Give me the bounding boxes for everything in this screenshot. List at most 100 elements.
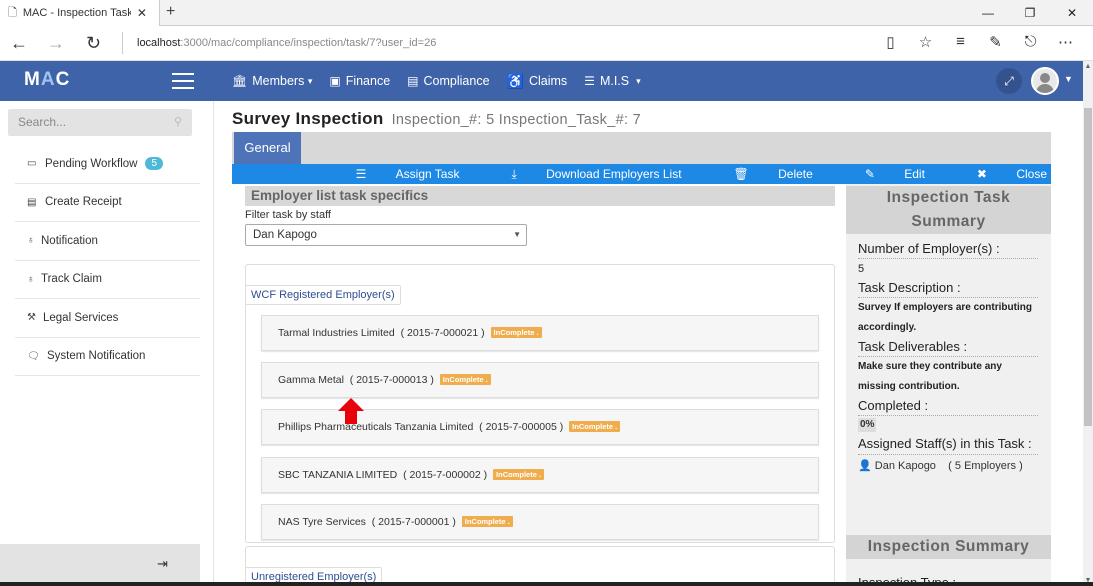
bell-icon: ♁ (27, 235, 35, 247)
status-badge: InComplete . (439, 374, 491, 386)
task-summary-heading: Inspection Task Summary (846, 186, 1051, 234)
window-controls: — ❐ ✕ (967, 0, 1093, 26)
employer-row[interactable]: Tarmal Industries Limited ( 2015-7-00002… (261, 315, 819, 351)
sidebar-item-system-notification[interactable]: 🗨 System Notification (15, 338, 200, 376)
chevron-down-icon: ▼ (513, 230, 521, 239)
browser-toolbar: ▯ ☆ ≡ ✎ ⎋ ⋯ (873, 33, 1083, 51)
new-tab-button[interactable]: + (166, 3, 175, 21)
os-taskbar (0, 582, 1093, 586)
completed-label: Completed : (858, 397, 1038, 416)
avatar[interactable] (1031, 67, 1059, 95)
assign-task-button[interactable]: ☰ Assign Task (330, 164, 460, 184)
main-content: Survey Inspection Inspection_#: 5 Inspec… (232, 101, 1051, 586)
app-logo[interactable]: MAC (24, 69, 70, 91)
hub-icon[interactable]: ≡ (943, 33, 978, 51)
reading-view-icon[interactable]: ▯ (873, 33, 908, 51)
task-description-value: Survey If employers are contributing acc… (858, 302, 1032, 333)
sidebar-item-legal-services[interactable]: ⚒ Legal Services (15, 299, 200, 338)
employer-row[interactable]: SBC TANZANIA LIMITED ( 2015-7-000002 ) I… (261, 456, 819, 493)
list-icon: ☰ (584, 74, 595, 88)
num-employers-value: 5 (858, 263, 865, 275)
more-icon[interactable]: ⋯ (1048, 33, 1083, 51)
section-heading: Employer list task specifics (245, 186, 835, 206)
page-icon: 🗋 (8, 6, 17, 19)
scroll-up-icon[interactable]: ▲ (1083, 63, 1093, 70)
status-badge: InComplete . (490, 327, 542, 338)
sidebar-menu: ▭ Pending Workflow 5 ▤ Create Receipt ♁ Noti… (15, 145, 200, 376)
top-navbar: MAC 🏛 Members ▾ ▣ Finance ▤ Compliance ♿ Cla… (0, 61, 1083, 101)
page-subtitle: Inspection_#: 5 Inspection_Task_#: 7 (391, 112, 641, 128)
address-bar-row: ← → ↻ localhost:3000/mac/compliance/insp… (0, 26, 1093, 61)
task-description-label: Task Description : (858, 279, 1038, 298)
status-badge: InComplete . (569, 421, 621, 433)
list-alt-icon: ▤ (27, 196, 37, 208)
tab-title: MAC - Inspection Task D (22, 7, 131, 19)
filter-label: Filter task by staff (245, 209, 331, 221)
edit-icon: ✎ (864, 167, 875, 181)
sidebar-item-pending-workflow[interactable]: ▭ Pending Workflow 5 (15, 145, 200, 184)
menu-claims[interactable]: ♿ Claims (507, 73, 568, 90)
employer-list: Tarmal Industries Limited ( 2015-7-00002… (261, 315, 819, 551)
num-employers-label: Number of Employer(s) : (858, 240, 1038, 259)
main-menu: 🏛 Members ▾ ▣ Finance ▤ Compliance ♿ Claims … (232, 61, 658, 101)
inspection-summary-heading: Inspection Summary (846, 535, 1051, 559)
completed-percent: 0% (858, 418, 877, 432)
menu-mis[interactable]: ☰ M.I.S ▾ (584, 74, 640, 88)
menu-finance[interactable]: ▣ Finance (329, 74, 390, 88)
fullscreen-icon[interactable]: ⤢ (996, 68, 1022, 94)
search-icon[interactable]: ⚲ (174, 109, 182, 136)
download-icon: ⤓ (511, 167, 517, 181)
assigned-staff-label: Assigned Staff(s) in this Task : (858, 434, 1038, 455)
url-field[interactable]: localhost:3000/mac/compliance/inspection… (122, 32, 872, 54)
share-icon[interactable]: ⎋ (1013, 33, 1048, 51)
refresh-icon[interactable]: ↻ (86, 33, 101, 54)
task-specifics-column: Employer list task specifics Filter task… (232, 184, 837, 586)
menu-members[interactable]: 🏛 Members ▾ (232, 74, 312, 88)
task-deliverables-value: Make sure they contribute any missing co… (858, 361, 1002, 392)
task-summary-column: Inspection Task Summary Number of Employe… (846, 184, 1051, 586)
back-arrow-icon[interactable]: ← (10, 33, 28, 54)
browser-tab-bar: 🗋 MAC - Inspection Task D ✕ + — ❐ ✕ (0, 0, 1093, 26)
maximize-button[interactable]: ❐ (1009, 0, 1051, 26)
close-tab-icon[interactable]: ✕ (137, 6, 147, 20)
web-note-icon[interactable]: ✎ (978, 33, 1013, 51)
registered-employers-legend: WCF Registered Employer(s) (245, 285, 401, 305)
download-employers-button[interactable]: ⤓ Download Employers List (485, 164, 681, 184)
scroll-thumb[interactable] (1084, 108, 1092, 426)
close-window-button[interactable]: ✕ (1051, 0, 1093, 26)
bank-icon: 🏛 (232, 74, 248, 88)
delete-button[interactable]: 🗑 Delete (708, 164, 813, 184)
minimize-button[interactable]: — (967, 0, 1009, 26)
hamburger-menu-icon[interactable] (172, 73, 194, 94)
page-scrollbar[interactable]: ▲ ▼ (1083, 61, 1093, 586)
count-badge: 5 (145, 157, 164, 171)
forward-arrow-icon[interactable]: → (47, 33, 65, 54)
list-icon: ☰ (355, 167, 367, 181)
red-pointer-arrow-icon (338, 398, 364, 424)
comments-icon: 🗨 (27, 350, 40, 362)
staff-filter-select[interactable]: Dan Kapogo ▼ (245, 224, 527, 246)
logout-icon[interactable]: ⇥ (157, 556, 168, 572)
task-deliverables-label: Task Deliverables : (858, 338, 1038, 357)
employer-row[interactable]: NAS Tyre Services ( 2015-7-000001 ) InCo… (261, 503, 819, 540)
search-input[interactable]: Search... ⚲ (8, 109, 192, 136)
sidebar-item-track-claim[interactable]: ♁ Track Claim (15, 261, 200, 299)
wheelchair-icon: ♿ (506, 72, 524, 89)
chevron-down-icon[interactable]: ▼ (1064, 74, 1073, 84)
close-icon: ✖ (976, 167, 987, 181)
page-title: Survey Inspection Inspection_#: 5 Inspec… (232, 109, 641, 128)
close-button[interactable]: ✖ Close (951, 164, 1047, 184)
tab-strip: General (232, 132, 1051, 164)
sidebar-item-notification[interactable]: ♁ Notification (15, 222, 200, 261)
edit-button[interactable]: ✎ Edit (839, 164, 925, 184)
inbox-icon: ▭ (27, 158, 37, 170)
legal-icon: ⚒ (27, 312, 36, 324)
favorite-star-icon[interactable]: ☆ (908, 33, 943, 51)
task-summary-body: Number of Employer(s) : 5 Task Descripti… (858, 240, 1038, 477)
sidebar-item-create-receipt[interactable]: ▤ Create Receipt (15, 184, 200, 222)
user-icon: 👤 (858, 460, 872, 472)
tab-general[interactable]: General (234, 132, 301, 164)
employer-row[interactable]: Gamma Metal ( 2015-7-000013 ) InComplete… (261, 362, 819, 399)
browser-tab[interactable]: 🗋 MAC - Inspection Task D ✕ (0, 0, 160, 26)
menu-compliance[interactable]: ▤ Compliance (407, 74, 489, 88)
